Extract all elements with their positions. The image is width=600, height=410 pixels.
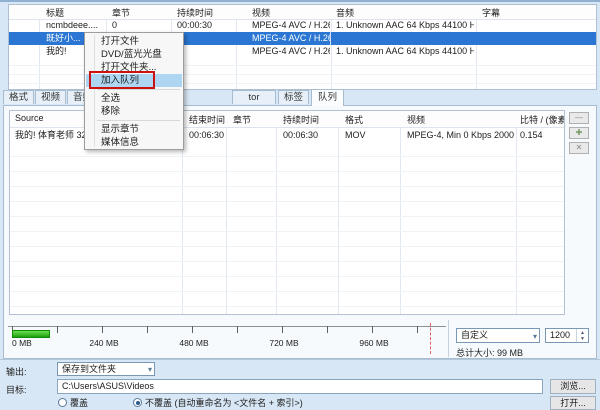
open-button[interactable]: 打开... bbox=[550, 396, 596, 410]
size-preset-select[interactable]: 自定义 ▾ bbox=[456, 328, 540, 343]
col-video[interactable]: 视频 bbox=[407, 113, 425, 126]
target-path-value: C:\Users\ASUS\Videos bbox=[62, 381, 154, 391]
divider bbox=[448, 320, 449, 357]
tick-label: 480 MB bbox=[179, 338, 209, 348]
size-limit-marker[interactable] bbox=[430, 323, 431, 354]
size-preset-value: 自定义 bbox=[461, 330, 489, 340]
col-subtitle[interactable]: 字幕 bbox=[482, 6, 500, 19]
menu-item-remove[interactable]: 移除 bbox=[86, 105, 182, 118]
menu-item-open-file[interactable]: 打开文件 bbox=[86, 35, 182, 48]
overwrite-radio[interactable]: 覆盖 bbox=[58, 396, 88, 409]
tab-partial[interactable]: tor bbox=[232, 90, 276, 104]
row-duration: 00:00:30 bbox=[177, 20, 213, 30]
radio-unselected-icon bbox=[58, 398, 67, 407]
total-size-label: 总计大小: 99 MB bbox=[456, 348, 524, 358]
radio-selected-icon bbox=[133, 398, 142, 407]
browse-button[interactable]: 浏览... bbox=[550, 379, 596, 394]
tab-tags[interactable]: 标签 bbox=[278, 90, 309, 104]
no-overwrite-radio[interactable]: 不覆盖 (自动重命名为 <文件名 + 索引>) bbox=[133, 396, 303, 409]
source-table-header: 标题 章节 持续时间 视频 音频 字幕 bbox=[9, 5, 596, 20]
col-bits-per-pixel[interactable]: 比特 / (像素*帧 bbox=[520, 113, 564, 126]
empty-rows bbox=[10, 142, 564, 314]
menu-separator bbox=[97, 120, 180, 121]
row-video: MPEG-4 AVC / H.264 25.0... bbox=[252, 20, 330, 30]
col-title[interactable]: 标题 bbox=[46, 6, 64, 19]
col-audio[interactable]: 音频 bbox=[336, 6, 354, 19]
col-duration[interactable]: 持续时间 bbox=[283, 113, 319, 126]
menu-item-dvd-bluray[interactable]: DVD/蓝光光盘 bbox=[86, 48, 182, 61]
col-duration[interactable]: 持续时间 bbox=[177, 6, 213, 19]
col-chapter[interactable]: 章节 bbox=[112, 6, 130, 19]
output-mode-value: 保存到文件夹 bbox=[62, 364, 117, 374]
overwrite-label: 覆盖 bbox=[70, 398, 89, 408]
queue-video: MPEG-4, Min 0 Kbps 2000 Kbps Max ... bbox=[407, 130, 515, 140]
close-icon: ✕ bbox=[575, 143, 583, 152]
size-value-stepper[interactable]: 1200 ▲ ▼ bbox=[545, 328, 589, 343]
tab-queue[interactable]: 队列 bbox=[311, 89, 344, 106]
tab-video[interactable]: 视频 bbox=[35, 90, 66, 104]
col-end-time[interactable]: 结束时间 bbox=[189, 113, 225, 126]
tab-format[interactable]: 格式 bbox=[3, 90, 34, 104]
row-chapter: 0 bbox=[112, 20, 118, 30]
chevron-down-icon: ▾ bbox=[147, 365, 152, 374]
queue-bits: 0.154 bbox=[520, 130, 543, 140]
menu-item-media-info[interactable]: 媒体信息 bbox=[86, 136, 182, 149]
target-path-input[interactable]: C:\Users\ASUS\Videos bbox=[57, 379, 543, 394]
clear-queue-button[interactable]: ✕ bbox=[569, 142, 589, 154]
timeline-ticks bbox=[12, 326, 436, 333]
remove-item-button[interactable]: — bbox=[569, 112, 589, 124]
size-value: 1200 bbox=[550, 330, 571, 340]
tick-label: 240 MB bbox=[89, 338, 119, 348]
col-source[interactable]: Source bbox=[15, 113, 44, 123]
col-chapter[interactable]: 章节 bbox=[233, 113, 251, 126]
col-format[interactable]: 格式 bbox=[345, 113, 363, 126]
col-video[interactable]: 视频 bbox=[252, 6, 270, 19]
tick-label: 720 MB bbox=[269, 338, 299, 348]
table-row[interactable]: ncmbdeee.... 0 00:00:30 MPEG-4 AVC / H.2… bbox=[9, 19, 596, 32]
plus-icon: ✚ bbox=[575, 128, 583, 137]
output-mode-select[interactable]: 保存到文件夹 ▾ bbox=[57, 362, 155, 376]
target-label: 目标: bbox=[6, 385, 27, 395]
red-annotation-box bbox=[89, 71, 155, 89]
output-label: 输出: bbox=[6, 367, 27, 377]
add-item-button[interactable]: ✚ bbox=[569, 127, 589, 139]
queue-format: MOV bbox=[345, 130, 366, 140]
spinner-down-icon: ▼ bbox=[580, 335, 585, 342]
tick-label: 960 MB bbox=[359, 338, 389, 348]
context-menu: 打开文件 DVD/蓝光光盘 打开文件夹... 加入队列 全选 移除 显示章节 媒… bbox=[84, 32, 184, 150]
menu-separator bbox=[97, 89, 180, 90]
minus-icon: — bbox=[575, 113, 583, 122]
row-video: MPEG-4 AVC / H.264 25.0... bbox=[252, 32, 331, 45]
row-audio: 1. Unknown AAC 64 Kbps 44100 Hz ... bbox=[336, 20, 474, 30]
menu-item-select-all[interactable]: 全选 bbox=[86, 92, 182, 105]
no-overwrite-label: 不覆盖 (自动重命名为 <文件名 + 索引>) bbox=[145, 398, 303, 408]
queue-duration: 00:06:30 bbox=[283, 130, 319, 140]
tick-label: 0 MB bbox=[12, 338, 32, 348]
menu-item-show-chapters[interactable]: 显示章节 bbox=[86, 123, 182, 136]
row-title: ncmbdeee.... bbox=[46, 20, 99, 30]
progress-bar bbox=[12, 330, 50, 338]
queue-end-time: 00:06:30 bbox=[189, 130, 225, 140]
chevron-down-icon: ▾ bbox=[532, 332, 537, 341]
